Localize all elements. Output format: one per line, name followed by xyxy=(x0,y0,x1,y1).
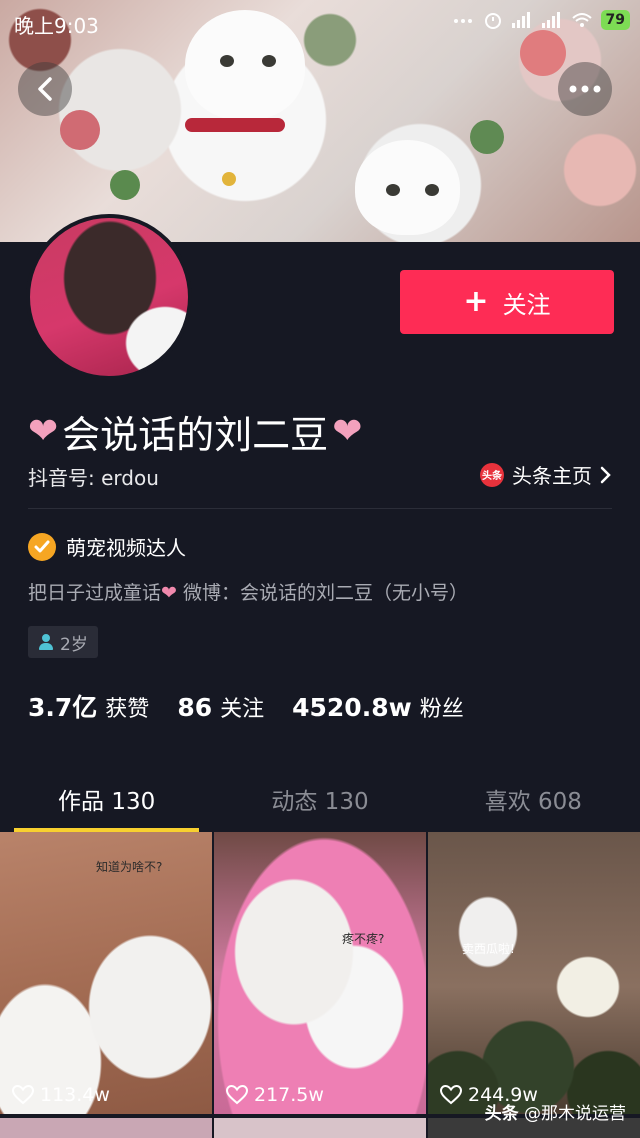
video-caption: 卖西瓜啦! xyxy=(462,942,515,956)
video-grid: 知道为啥不? 113.4w 疼不疼? 217.5w 卖西瓜啦! 244.9w xyxy=(0,832,640,1138)
toutiao-icon: 头条 xyxy=(480,462,504,487)
more-dots-icon xyxy=(453,19,472,23)
verification-label: 萌宠视频达人 xyxy=(66,536,186,560)
age-tag: 2岁 xyxy=(28,626,98,658)
back-button[interactable] xyxy=(18,62,72,116)
wifi-icon xyxy=(571,13,592,27)
watermark-text: @那木说运营 xyxy=(518,1104,626,1124)
cat-eye xyxy=(425,184,439,196)
video-caption: 疼不疼? xyxy=(342,932,385,946)
leaf-decoration xyxy=(470,120,504,154)
battery-indicator: 79 xyxy=(600,10,630,30)
cat-head xyxy=(355,140,460,235)
stat-followers[interactable]: 4520.8w 粉丝 xyxy=(292,691,464,723)
watermark: 头条 @那木说运营 xyxy=(485,1099,626,1124)
stat-label: 粉丝 xyxy=(419,697,464,722)
video-thumbnail-partial[interactable] xyxy=(0,1118,212,1138)
cat-eye xyxy=(220,55,234,67)
status-bar: 晚上9:03 79 xyxy=(0,0,640,44)
stat-label: 关注 xyxy=(220,697,265,722)
signal-icon-2 xyxy=(541,12,560,28)
like-count-value: 113.4w xyxy=(40,1084,110,1106)
more-options-button[interactable] xyxy=(558,62,612,116)
stat-label: 获赞 xyxy=(105,697,150,722)
person-icon xyxy=(38,634,54,650)
avatar[interactable] xyxy=(26,214,192,380)
heart-outline-icon xyxy=(440,1085,462,1105)
heart-outline-icon xyxy=(226,1085,248,1105)
profile-name: ❤ 会说话的刘二豆 ❤ xyxy=(28,404,362,459)
stat-number: 4520.8w xyxy=(292,693,412,722)
heart-outline-icon xyxy=(12,1085,34,1105)
tab-works[interactable]: 作品 130 xyxy=(0,766,213,832)
ellipsis-icon xyxy=(569,85,601,93)
profile-name-text: 会说话的刘二豆 xyxy=(62,413,329,457)
bio-text: 把日子过成童话 xyxy=(28,582,162,604)
video-thumbnail[interactable]: 卖西瓜啦! 244.9w xyxy=(428,832,640,1114)
bio-text-weibo: 微博：会说话的刘二豆（无小号） xyxy=(176,582,468,604)
signal-icon xyxy=(511,12,530,28)
heart-icon: ❤ xyxy=(332,411,363,452)
tab-dynamics[interactable]: 动态 130 xyxy=(213,766,426,832)
stat-number: 86 xyxy=(177,693,213,722)
like-count: 113.4w xyxy=(12,1084,110,1106)
video-thumbnail-partial[interactable] xyxy=(214,1118,426,1138)
video-thumbnail[interactable]: 知道为啥不? 113.4w xyxy=(0,832,212,1114)
alarm-icon xyxy=(484,13,501,29)
cat-collar xyxy=(185,118,285,132)
bio: 把日子过成童话❤ 微博：会说话的刘二豆（无小号） xyxy=(28,578,468,605)
heart-icon: ❤ xyxy=(161,582,177,604)
heart-icon: ❤ xyxy=(28,411,59,452)
divider xyxy=(28,508,612,509)
content-tabs: 作品 130 动态 130 喜欢 608 xyxy=(0,766,640,832)
video-thumbnail[interactable]: 疼不疼? 217.5w xyxy=(214,832,426,1114)
leaf-decoration xyxy=(110,170,140,200)
video-caption: 知道为啥不? xyxy=(96,860,163,874)
cat-eye xyxy=(386,184,400,196)
like-count-value: 217.5w xyxy=(254,1084,324,1106)
stat-likes: 3.7亿 获赞 xyxy=(28,688,149,724)
follow-label: 关注 xyxy=(502,290,551,319)
chevron-right-icon xyxy=(600,466,611,483)
douyin-id: 抖音号: erdou xyxy=(28,466,159,490)
verification-badge: 萌宠视频达人 xyxy=(28,532,186,561)
stats: 3.7亿 获赞 86 关注 4520.8w 粉丝 xyxy=(28,688,464,724)
age-label: 2岁 xyxy=(60,634,88,655)
checkmark-icon xyxy=(28,532,56,561)
back-arrow-icon xyxy=(38,77,52,101)
stat-number: 3.7亿 xyxy=(28,693,98,722)
collar-bell xyxy=(222,172,236,186)
stat-following[interactable]: 86 关注 xyxy=(177,691,264,723)
cat-eye xyxy=(262,55,276,67)
follow-button[interactable]: + 关注 xyxy=(400,270,614,334)
tab-likes[interactable]: 喜欢 608 xyxy=(427,766,640,832)
toutiao-homepage-link[interactable]: 头条 头条主页 xyxy=(480,460,612,489)
like-count: 217.5w xyxy=(226,1084,324,1106)
status-time: 晚上9:03 xyxy=(14,14,99,38)
toutiao-link-label: 头条主页 xyxy=(512,464,592,488)
watermark-brand: 头条 xyxy=(484,1104,519,1124)
flower-decoration xyxy=(60,110,100,150)
plus-icon: + xyxy=(463,284,489,319)
status-icons: 79 xyxy=(453,10,630,30)
